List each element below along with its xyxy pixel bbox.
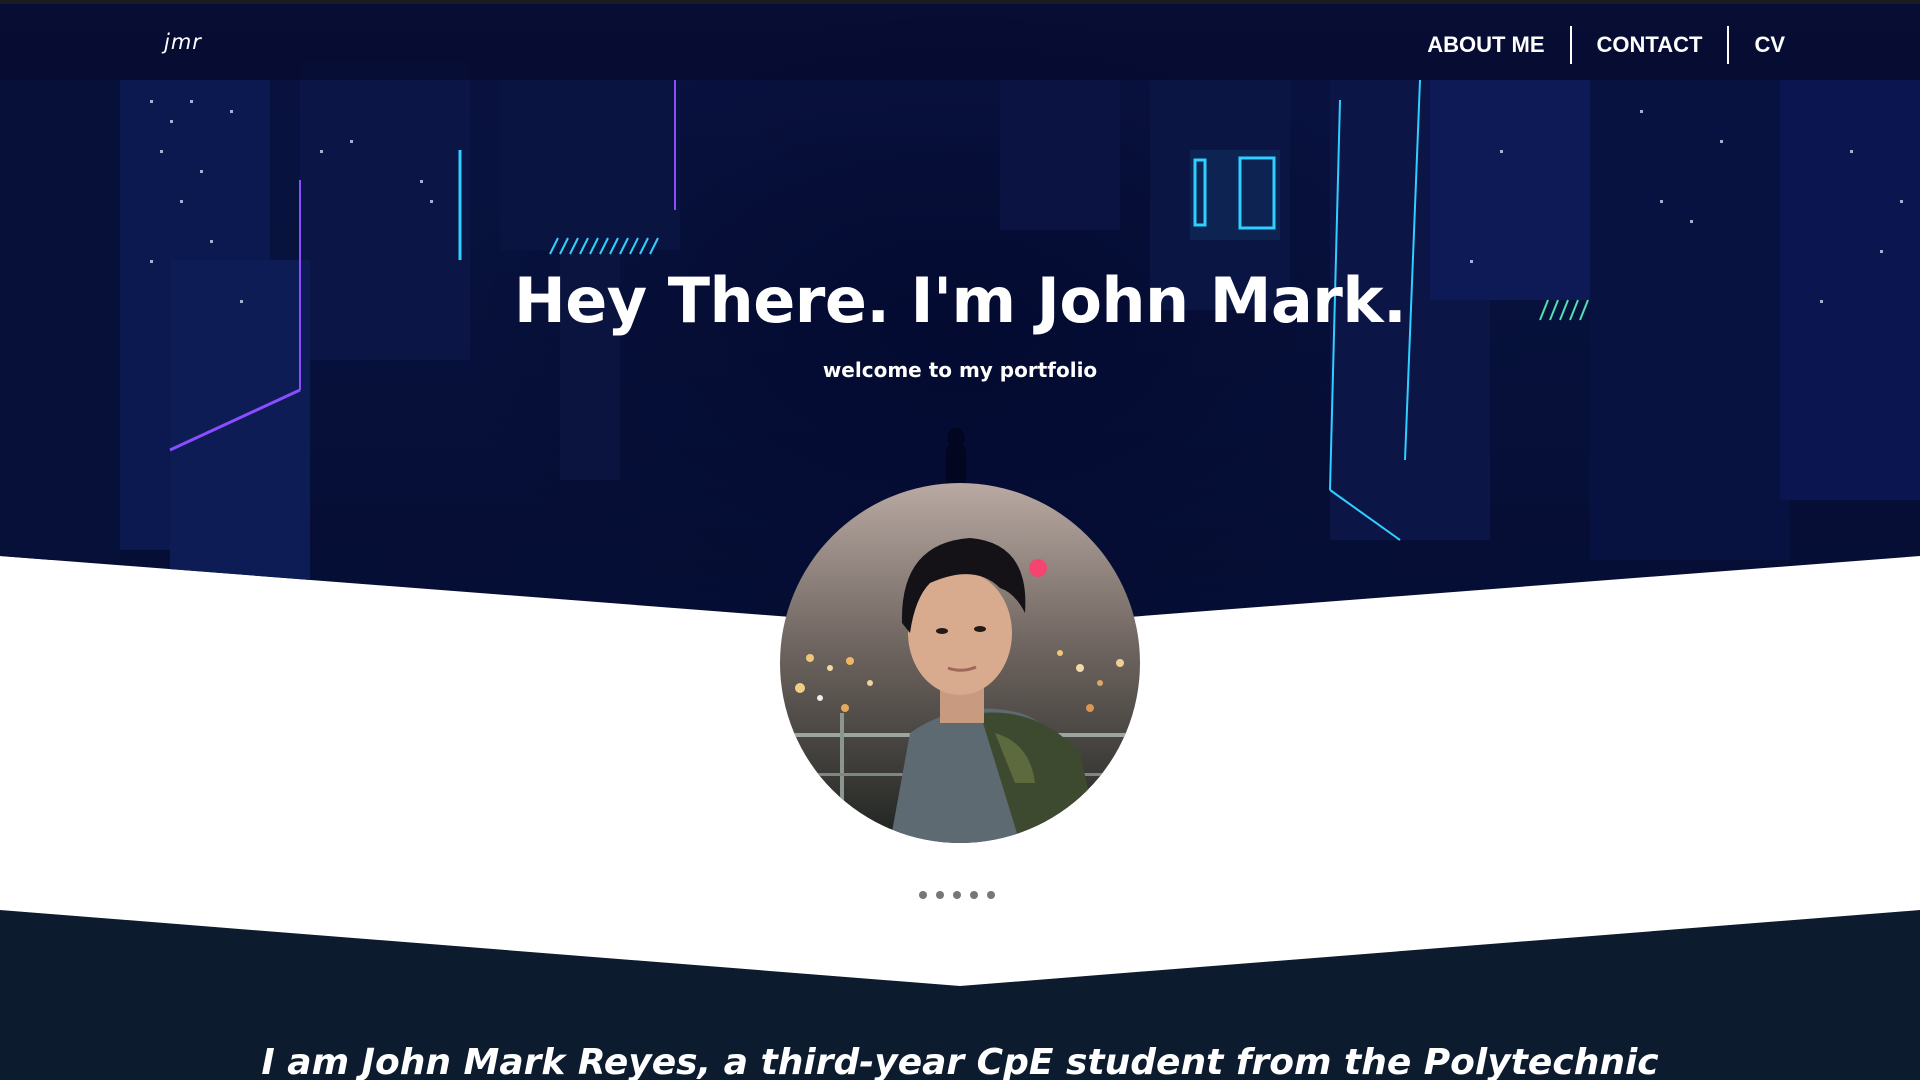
profile-photo — [780, 483, 1140, 843]
nav-link-about-me[interactable]: ABOUT ME — [1402, 26, 1569, 64]
hero-subtitle: welcome to my portfolio — [822, 358, 1098, 382]
nav-link-contact[interactable]: CONTACT — [1572, 26, 1728, 64]
site-logo[interactable]: jmr — [164, 30, 202, 54]
about-intro-text: I am John Mark Reyes, a third-year CpE s… — [261, 1042, 1659, 1083]
main-nav: ABOUT ME CONTACT CV — [1402, 26, 1810, 64]
carousel-dot[interactable] — [936, 891, 944, 899]
carousel-dot[interactable] — [970, 891, 978, 899]
hero-title: Hey There. I'm John Mark. — [513, 264, 1407, 337]
carousel-dot[interactable] — [953, 891, 961, 899]
nav-link-cv[interactable]: CV — [1729, 26, 1810, 64]
top-navbar: jmr ABOUT ME CONTACT CV — [0, 4, 1920, 80]
carousel-dots — [919, 891, 995, 899]
carousel-dot[interactable] — [987, 891, 995, 899]
carousel-dot[interactable] — [919, 891, 927, 899]
